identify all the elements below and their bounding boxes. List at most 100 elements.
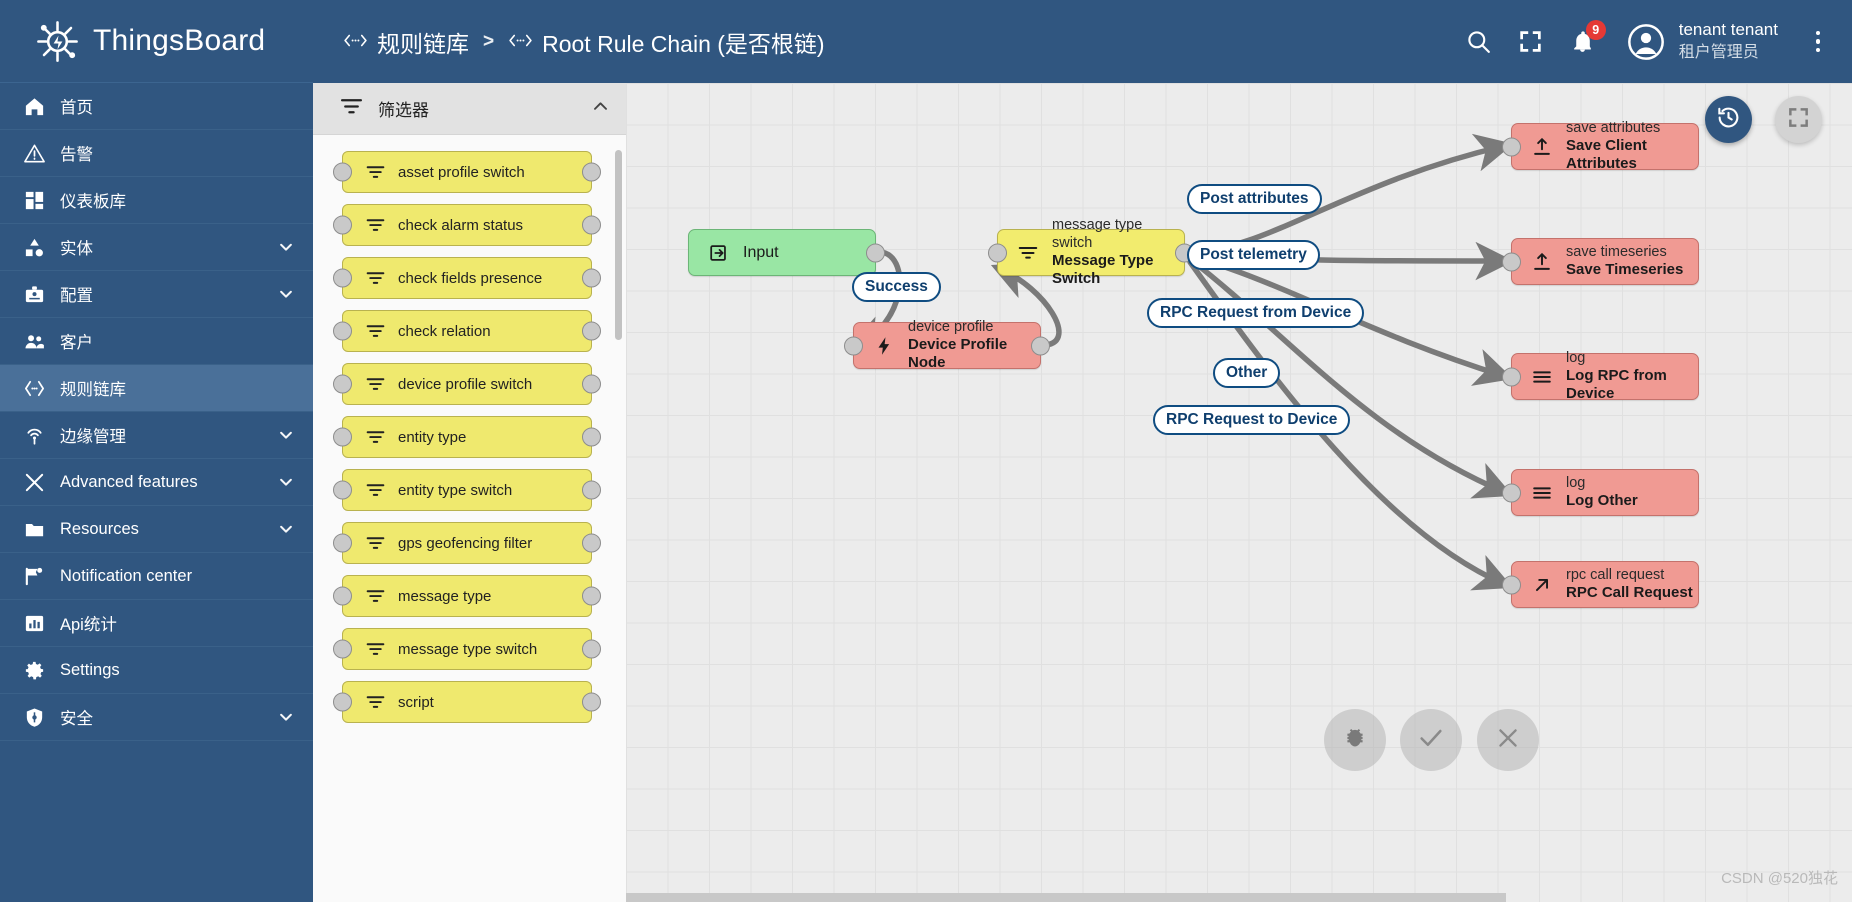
- node-input-port[interactable]: [333, 586, 352, 606]
- link-label-rpc-request-to-dev[interactable]: RPC Request to Device: [1153, 405, 1351, 435]
- breadcrumb-rule-chains-label: 规则链库: [377, 30, 469, 57]
- input-node[interactable]: Input: [688, 229, 885, 276]
- node-input-port[interactable]: [1502, 483, 1521, 502]
- library-node[interactable]: message type: [333, 575, 601, 617]
- library-node[interactable]: check alarm status: [333, 204, 601, 246]
- library-node[interactable]: gps geofencing filter: [333, 522, 601, 564]
- link-label-success[interactable]: Success: [852, 272, 941, 302]
- sidebar-item-entities[interactable]: 实体: [0, 224, 313, 271]
- sidebar-item-notification-center[interactable]: Notification center: [0, 553, 313, 600]
- node-input-port[interactable]: [333, 480, 352, 500]
- sidebar-item-label: Resources: [60, 519, 139, 538]
- sidebar-item-settings[interactable]: Settings: [0, 647, 313, 694]
- version-history-button[interactable]: [1705, 96, 1752, 143]
- chevron-down-icon[interactable]: [277, 426, 295, 444]
- chevron-down-icon[interactable]: [277, 520, 295, 538]
- chevron-down-icon[interactable]: [277, 473, 295, 491]
- device-profile-node[interactable]: device profile Device Profile Node: [844, 319, 1050, 371]
- node-output-port[interactable]: [866, 243, 885, 262]
- library-node[interactable]: asset profile switch: [333, 151, 601, 193]
- node-input-port[interactable]: [333, 639, 352, 659]
- node-input-port[interactable]: [1502, 252, 1521, 271]
- debug-button[interactable]: [1324, 709, 1386, 771]
- sidebar-item-alarms[interactable]: 告警: [0, 130, 313, 177]
- node-output-port[interactable]: [582, 533, 601, 553]
- sidebar-item-profiles[interactable]: 配置: [0, 271, 313, 318]
- upload-icon: [1530, 135, 1553, 158]
- node-input-port[interactable]: [333, 215, 352, 235]
- library-node[interactable]: script: [333, 681, 601, 723]
- chevron-up-icon[interactable]: [591, 97, 610, 121]
- message-type-switch-node[interactable]: message type switch Message Type Switch: [988, 217, 1194, 287]
- bell-icon[interactable]: 9: [1568, 19, 1606, 57]
- canvas-horizontal-scrollbar[interactable]: [626, 893, 1506, 902]
- node-input-port[interactable]: [988, 243, 1007, 262]
- node-output-port[interactable]: [582, 374, 601, 394]
- node-output-port[interactable]: [582, 692, 601, 712]
- node-input-port[interactable]: [333, 374, 352, 394]
- node-input-port[interactable]: [333, 692, 352, 712]
- sidebar-item-resources[interactable]: Resources: [0, 506, 313, 553]
- link-label-rpc-request-from-dev[interactable]: RPC Request from Device: [1147, 298, 1365, 328]
- rule-chain-canvas[interactable]: Input device profile Device Profile Node me…: [626, 83, 1852, 902]
- sidebar-item-advanced-features[interactable]: Advanced features: [0, 459, 313, 506]
- library-group-filters[interactable]: 筛选器: [313, 83, 626, 135]
- rpc-call-request-node[interactable]: rpc call request RPC Call Request: [1502, 561, 1699, 608]
- node-input-port[interactable]: [844, 336, 863, 355]
- user-role: 租户管理员: [1678, 44, 1759, 62]
- library-node[interactable]: message type switch: [333, 628, 601, 670]
- sidebar-item-dashboards[interactable]: 仪表板库: [0, 177, 313, 224]
- sidebar-item-home[interactable]: 首页: [0, 83, 313, 130]
- node-input-port[interactable]: [333, 162, 352, 182]
- library-node[interactable]: check fields presence: [333, 257, 601, 299]
- node-output-port[interactable]: [582, 215, 601, 235]
- sidebar-item-customers[interactable]: 客户: [0, 318, 313, 365]
- node-output-port[interactable]: [582, 427, 601, 447]
- library-node-label: gps geofencing filter: [398, 534, 533, 552]
- node-input-port[interactable]: [333, 427, 352, 447]
- library-node[interactable]: check relation: [333, 310, 601, 352]
- node-output-port[interactable]: [582, 586, 601, 606]
- sidebar-item-security[interactable]: 安全: [0, 694, 313, 741]
- chevron-down-icon[interactable]: [277, 708, 295, 726]
- library-node[interactable]: entity type switch: [333, 469, 601, 511]
- node-input-port[interactable]: [1502, 137, 1521, 156]
- sidebar-item-api-usage[interactable]: Api统计: [0, 600, 313, 647]
- user-menu[interactable]: tenant tenant 租户管理员: [1626, 19, 1778, 64]
- breadcrumb-rule-chains[interactable]: 规则链库: [343, 25, 469, 59]
- sidebar-item-edge-management[interactable]: 边缘管理: [0, 412, 313, 459]
- link-label-post-attributes[interactable]: Post attributes: [1187, 184, 1322, 214]
- node-input-port[interactable]: [1502, 575, 1521, 594]
- save-timeseries-node[interactable]: save timeseries Save Timeseries: [1502, 238, 1699, 285]
- sidebar-item-label: 配置: [60, 287, 93, 305]
- library-node[interactable]: device profile switch: [333, 363, 601, 405]
- fullscreen-icon[interactable]: [1516, 27, 1546, 57]
- link-label-post-telemetry[interactable]: Post telemetry: [1187, 240, 1320, 270]
- search-icon[interactable]: [1464, 27, 1494, 57]
- chevron-down-icon[interactable]: [277, 238, 295, 256]
- link-label-other[interactable]: Other: [1213, 358, 1281, 388]
- node-output-port[interactable]: [582, 639, 601, 659]
- library-scrollbar[interactable]: [615, 150, 622, 340]
- node-input-port[interactable]: [1502, 367, 1521, 386]
- apply-changes-button[interactable]: [1400, 709, 1462, 771]
- kebab-menu-icon[interactable]: [1806, 27, 1830, 57]
- node-input-port[interactable]: [333, 321, 352, 341]
- node-output-port[interactable]: [582, 321, 601, 341]
- node-input-port[interactable]: [333, 268, 352, 288]
- chevron-down-icon[interactable]: [277, 285, 295, 303]
- breadcrumb-current-chain[interactable]: Root Rule Chain (是否根链): [508, 25, 825, 59]
- node-output-port[interactable]: [582, 268, 601, 288]
- log-other-node[interactable]: log Log Other: [1502, 469, 1699, 516]
- node-output-port[interactable]: [582, 162, 601, 182]
- canvas-fullscreen-button[interactable]: [1775, 96, 1822, 143]
- sidebar-item-rule-chains[interactable]: 规则链库: [0, 365, 313, 412]
- save-client-attributes-node[interactable]: save attributes Save Client Attributes: [1502, 120, 1699, 172]
- node-output-port[interactable]: [582, 480, 601, 500]
- log-rpc-from-device-node[interactable]: log Log RPC from Device: [1502, 350, 1699, 402]
- brand[interactable]: ThingsBoard: [0, 0, 313, 83]
- node-input-port[interactable]: [333, 533, 352, 553]
- cancel-changes-button[interactable]: [1477, 709, 1539, 771]
- node-output-port[interactable]: [1031, 336, 1050, 355]
- library-node[interactable]: entity type: [333, 416, 601, 458]
